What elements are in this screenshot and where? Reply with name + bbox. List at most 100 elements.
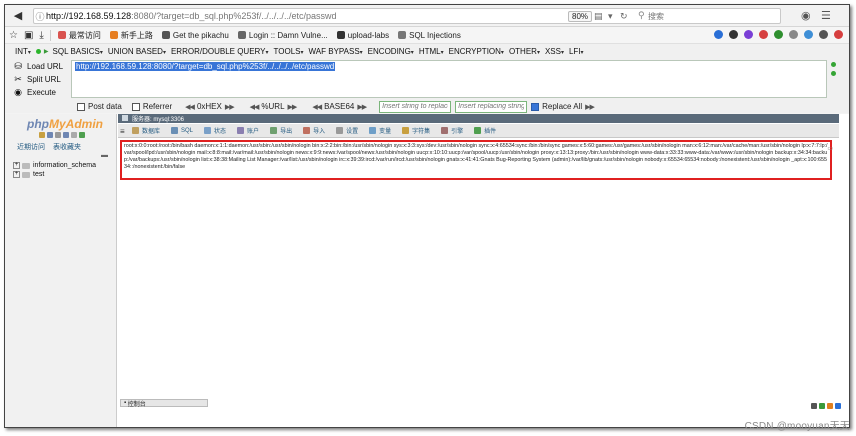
- scroll-up-icon[interactable]: ▭: [827, 145, 833, 152]
- bookmark-dvwa[interactable]: Login :: Damn Vulne...: [237, 31, 328, 40]
- replacing-string-input[interactable]: [455, 100, 528, 113]
- info-icon[interactable]: ⓘ: [34, 10, 46, 23]
- tab-import[interactable]: 导入: [303, 126, 325, 135]
- db-item-test[interactable]: + test: [13, 171, 44, 178]
- collapse-icon[interactable]: [831, 71, 836, 76]
- replace-all-checkbox[interactable]: [531, 102, 540, 111]
- bookmark-getting-started[interactable]: 新手上路: [109, 30, 153, 41]
- recent-link[interactable]: 近期访问: [17, 144, 45, 151]
- menu-sql-basics[interactable]: SQL BASICS▾: [53, 47, 103, 56]
- docs-icon[interactable]: [63, 132, 69, 138]
- tab-sql[interactable]: SQL: [171, 127, 193, 134]
- extension-icon[interactable]: [834, 30, 843, 39]
- replace-all-option[interactable]: Replace All ▶▶: [531, 102, 597, 111]
- tab-charsets[interactable]: 字符集: [402, 126, 430, 135]
- back-arrow-icon[interactable]: ◀: [11, 9, 25, 23]
- help-icon[interactable]: [55, 132, 61, 138]
- db-item-information-schema[interactable]: + information_schema: [13, 162, 96, 169]
- extension-icon[interactable]: [835, 403, 841, 409]
- tab-accounts[interactable]: 账户: [237, 126, 259, 135]
- menu-union-based[interactable]: UNION BASED▾: [108, 47, 166, 56]
- logout-icon[interactable]: [47, 132, 53, 138]
- hamburger-icon[interactable]: ≡: [120, 127, 125, 136]
- menu-other[interactable]: OTHER▾: [509, 47, 540, 56]
- referrer-option[interactable]: Referrer: [131, 102, 172, 111]
- expand-icon[interactable]: +: [13, 171, 20, 178]
- reload-icon[interactable]: [79, 132, 85, 138]
- extension-icon[interactable]: [744, 30, 753, 39]
- extension-icon[interactable]: [789, 30, 798, 39]
- dropdown-arrow-icon[interactable]: ▾: [608, 11, 613, 22]
- home-icon[interactable]: [39, 132, 45, 138]
- decode-arrow-icon[interactable]: ◀◀: [185, 103, 195, 111]
- decode-arrow-icon[interactable]: ◀◀: [312, 103, 322, 111]
- bookmark-most-visited[interactable]: 最常访问: [57, 30, 101, 41]
- extension-icon[interactable]: [804, 30, 813, 39]
- tab-export[interactable]: 导出: [270, 126, 292, 135]
- extension-icon[interactable]: [714, 30, 723, 39]
- reader-view-icon[interactable]: ▤: [594, 11, 603, 22]
- expand-icon[interactable]: +: [13, 162, 20, 169]
- tab-variables[interactable]: 变量: [369, 126, 391, 135]
- extension-icon[interactable]: [827, 403, 833, 409]
- menu-waf-bypass[interactable]: WAF BYPASS▾: [309, 47, 363, 56]
- search-input[interactable]: [648, 11, 780, 22]
- menu-encryption[interactable]: ENCRYPTION▾: [449, 47, 504, 56]
- tab-settings[interactable]: 设置: [336, 126, 358, 135]
- server-label[interactable]: 服务器: mysql:3306: [132, 114, 184, 123]
- clipboard-icon[interactable]: ▣: [24, 30, 33, 41]
- menu-lfi[interactable]: LFI▾: [569, 47, 584, 56]
- encode-arrow-icon[interactable]: ▶▶: [225, 103, 235, 111]
- replace-string-input[interactable]: [379, 100, 452, 113]
- console-button[interactable]: ▪ 控制台: [120, 399, 208, 408]
- address-bar[interactable]: ⓘ http://192.168.59.128:8080/?target=db_…: [33, 8, 781, 24]
- tab-databases[interactable]: 数据库: [132, 126, 160, 135]
- menu-tools[interactable]: TOOLS▾: [274, 47, 304, 56]
- download-icon[interactable]: ⤓: [39, 30, 43, 41]
- extension-icon[interactable]: [729, 30, 738, 39]
- chevron-down-icon: ▾: [300, 49, 304, 56]
- replace-arrow-icon[interactable]: ▶▶: [585, 103, 595, 111]
- settings-icon[interactable]: [71, 132, 77, 138]
- menu-error-double-query[interactable]: ERROR/DOUBLE QUERY▾: [171, 47, 269, 56]
- account-icon[interactable]: ◉: [801, 9, 811, 22]
- shield-icon[interactable]: [819, 403, 825, 409]
- load-url-icon: ⛁: [14, 61, 22, 71]
- menu-int[interactable]: INT▾: [15, 47, 31, 56]
- bookmark-sql-injections[interactable]: SQL Injections: [398, 31, 461, 40]
- home-icon[interactable]: [819, 30, 828, 39]
- zoom-level[interactable]: 80%: [568, 11, 593, 22]
- pma-logo[interactable]: phpMyAdmin: [27, 117, 103, 131]
- menu-label: INT: [15, 46, 28, 56]
- post-data-option[interactable]: Post data: [77, 102, 122, 111]
- hex-option[interactable]: ◀◀ 0xHEX ▶▶: [182, 102, 236, 111]
- extension-icon[interactable]: [774, 30, 783, 39]
- menu-xss[interactable]: XSS▾: [545, 47, 564, 56]
- favorites-link[interactable]: 表收藏夹: [53, 144, 81, 151]
- menu-html[interactable]: HTML▾: [419, 47, 444, 56]
- load-url-button[interactable]: ⛁ Load URL: [13, 61, 63, 71]
- menu-icon[interactable]: ☰: [821, 9, 831, 22]
- split-url-button[interactable]: ✂ Split URL: [13, 74, 61, 84]
- hackbar-url-input[interactable]: http://192.168.59.128:8080/?target=db_sq…: [71, 60, 827, 98]
- menu-encoding[interactable]: ENCODING▾: [368, 47, 414, 56]
- bookmark-pikachu[interactable]: Get the pikachu: [161, 31, 229, 40]
- tab-plugins[interactable]: 插件: [474, 126, 496, 135]
- expand-icon[interactable]: [831, 62, 836, 67]
- decode-arrow-icon[interactable]: ◀◀: [250, 103, 260, 111]
- bookmark-upload-labs[interactable]: upload-labs: [336, 31, 389, 40]
- referrer-checkbox[interactable]: [131, 102, 140, 111]
- reload-icon[interactable]: ↻: [620, 11, 628, 22]
- tab-status[interactable]: 状态: [204, 126, 226, 135]
- post-data-checkbox[interactable]: [77, 102, 85, 111]
- download-icon[interactable]: [811, 403, 817, 409]
- urlencode-option[interactable]: ◀◀ %URL ▶▶: [247, 102, 300, 111]
- collapse-link-icon[interactable]: ▬: [101, 152, 108, 159]
- encode-arrow-icon[interactable]: ▶▶: [357, 103, 367, 111]
- star-icon[interactable]: ☆: [9, 30, 18, 41]
- execute-button[interactable]: ◉ Execute: [13, 87, 56, 97]
- base64-option[interactable]: ◀◀ BASE64 ▶▶: [309, 102, 369, 111]
- encode-arrow-icon[interactable]: ▶▶: [288, 103, 298, 111]
- tab-engines[interactable]: 引擎: [441, 126, 463, 135]
- extension-icon[interactable]: [759, 30, 768, 39]
